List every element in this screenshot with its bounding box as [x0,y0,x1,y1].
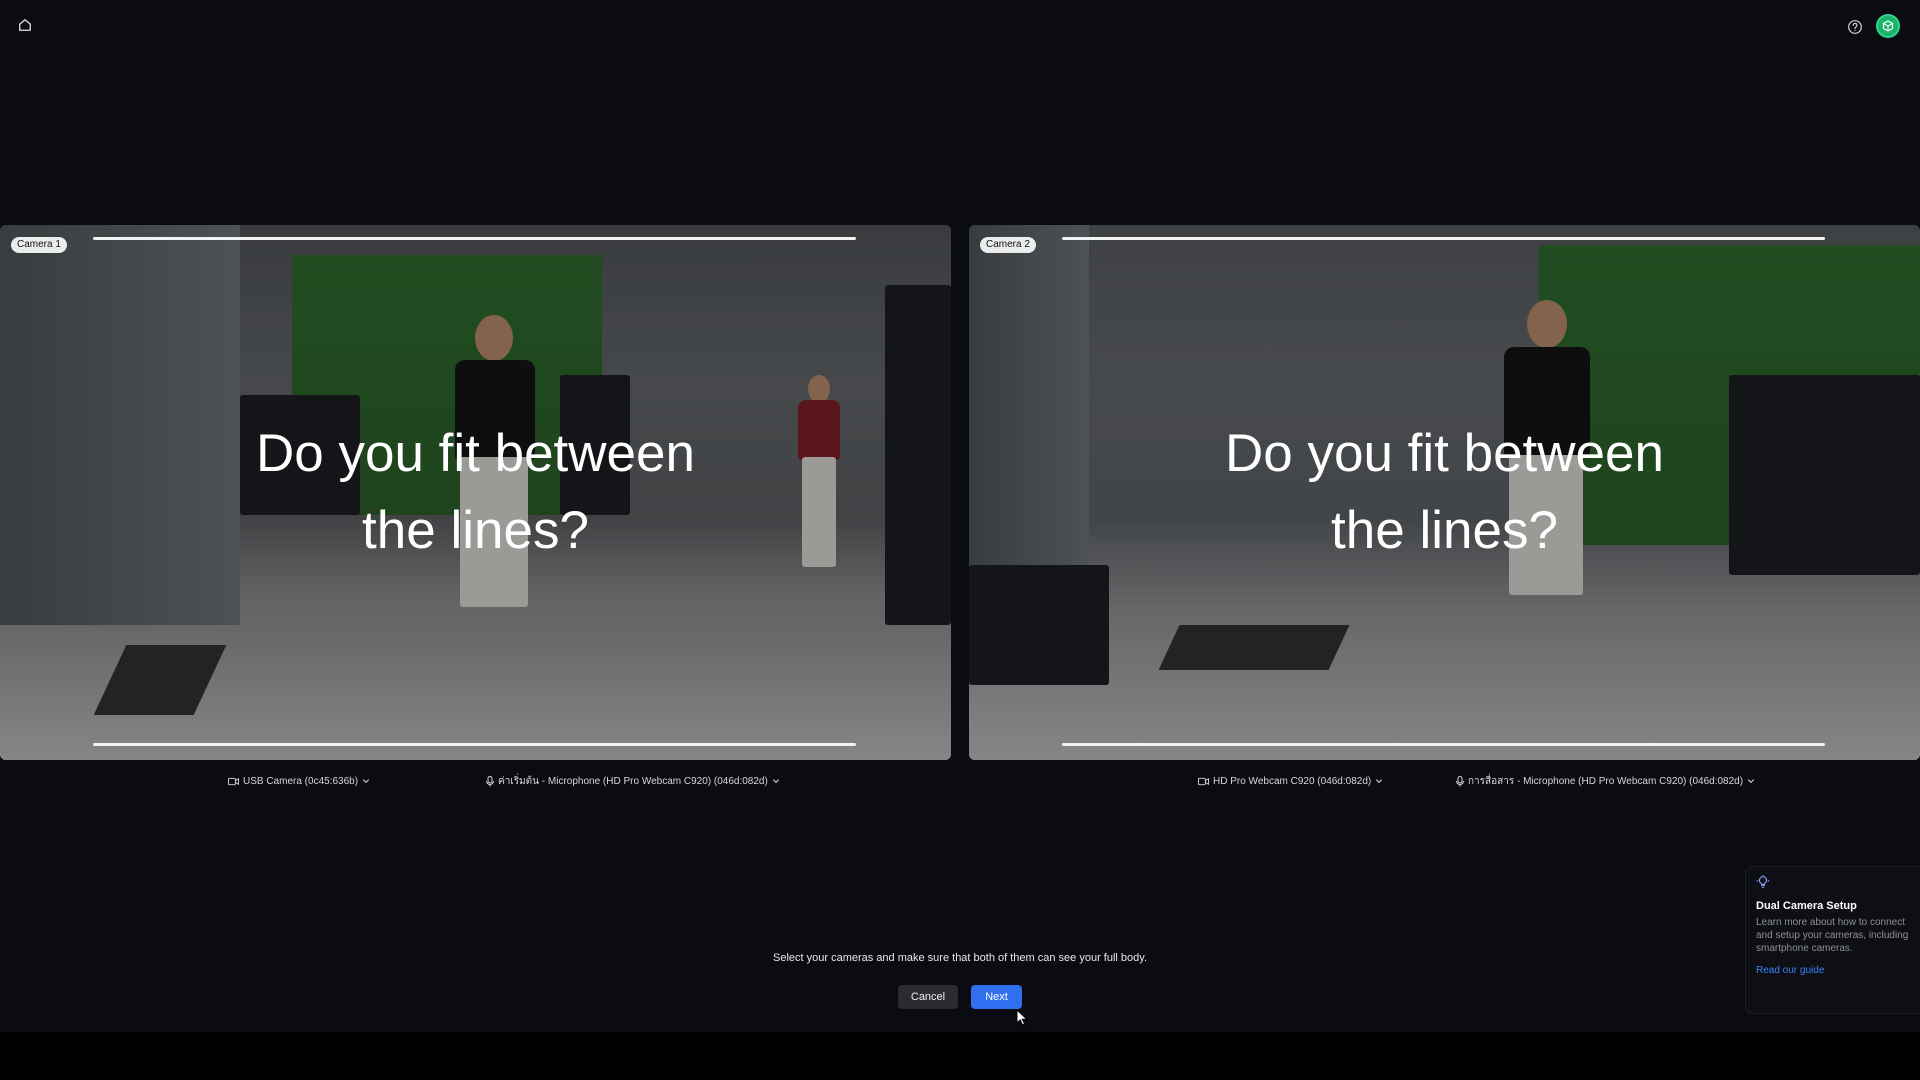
camera-1-audio-select[interactable]: ค่าเริ่มต้น - Microphone (HD Pro Webcam … [486,773,780,789]
avatar-icon [1882,20,1894,32]
guide-card-description: Learn more about how to connect and setu… [1756,917,1909,954]
camera-1-preview: Camera 1 Do you fit between the lines? [0,225,951,760]
chevron-down-icon [1748,779,1755,784]
chevron-down-icon [363,779,370,784]
next-button[interactable]: Next [971,985,1022,1009]
fit-prompt-line-1: Do you fit between [1225,424,1664,483]
mouse-cursor-icon [1016,1009,1028,1026]
chevron-down-icon [1376,779,1383,784]
avatar[interactable] [1876,14,1900,38]
camera-2-video-select[interactable]: HD Pro Webcam C920 (046d:082d) [1198,773,1383,789]
audio-device-label: การสื่อสาร - Microphone (HD Pro Webcam C… [1468,775,1744,787]
camera-1-video-select[interactable]: USB Camera (0c45:636b) [228,773,370,789]
lightbulb-icon [1756,874,1770,888]
chevron-down-icon [772,779,779,784]
read-guide-link[interactable]: Read our guide [1756,965,1910,976]
app-root: Camera 1 Do you fit between the lines? C… [0,0,1920,1032]
fit-prompt: Do you fit between the lines? [0,415,951,569]
dual-camera-guide-card: Dual Camera Setup Learn more about how t… [1745,866,1920,1014]
setup-instruction: Select your cameras and make sure that b… [773,952,1147,964]
camera-2-preview: Camera 2 Do you fit between the lines? [969,225,1920,760]
camera-2-audio-select[interactable]: การสื่อสาร - Microphone (HD Pro Webcam C… [1456,773,1755,789]
bottom-guide-line [1062,743,1825,746]
microphone-icon [1456,775,1464,786]
help-icon[interactable] [1844,16,1866,38]
top-guide-line [1062,237,1825,240]
video-camera-icon [228,777,239,785]
fit-prompt-line-1: Do you fit between [256,424,695,483]
video-camera-icon [1198,777,1209,785]
cancel-button[interactable]: Cancel [898,985,958,1009]
audio-device-label: ค่าเริ่มต้น - Microphone (HD Pro Webcam … [498,775,768,787]
guide-card-title: Dual Camera Setup [1756,900,1857,912]
fit-prompt-line-2: the lines? [1331,501,1558,560]
fit-prompt-line-2: the lines? [362,501,589,560]
bottom-bar [0,1032,1920,1080]
bottom-guide-line [93,743,856,746]
video-device-label: USB Camera (0c45:636b) [243,775,359,787]
camera-badge: Camera 1 [11,237,67,253]
microphone-icon [486,775,494,786]
top-guide-line [93,237,856,240]
video-device-label: HD Pro Webcam C920 (046d:082d) [1213,775,1372,787]
fit-prompt: Do you fit between the lines? [969,415,1920,569]
camera-badge: Camera 2 [980,237,1036,253]
home-icon[interactable] [14,14,36,36]
